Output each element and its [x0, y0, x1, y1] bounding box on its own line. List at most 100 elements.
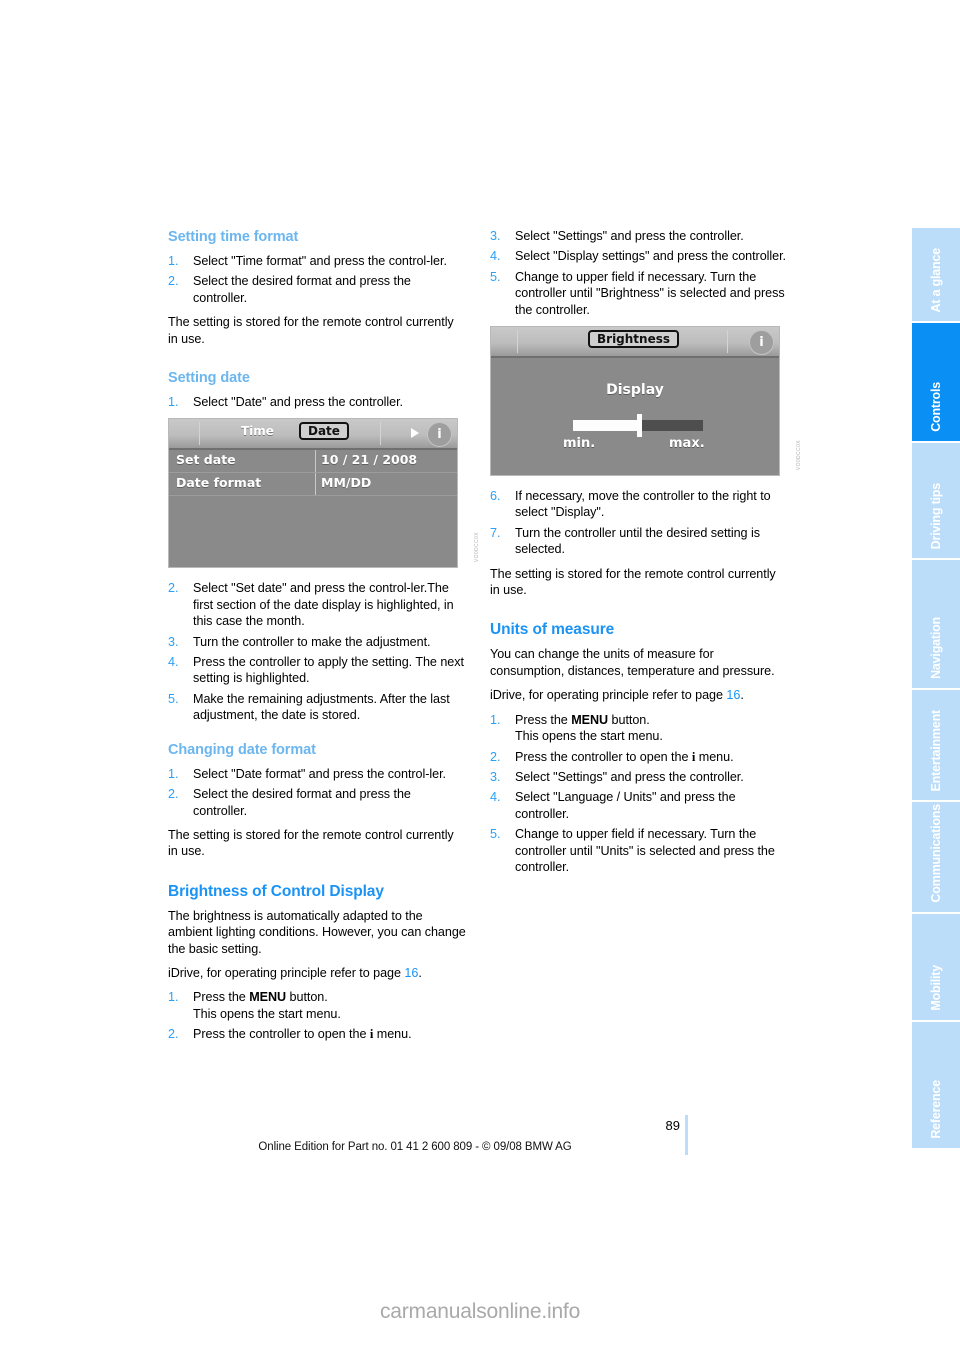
- list-item: 1. Select "Date format" and press the co…: [168, 766, 466, 782]
- steps-brightness: 1. Press the MENU button. This opens the…: [168, 989, 466, 1042]
- step-text: Select "Display settings" and press the …: [515, 249, 786, 264]
- tab-brightness[interactable]: Brightness: [588, 330, 680, 349]
- right-column: 3. Select "Settings" and press the contr…: [490, 228, 802, 883]
- list-item: 2. Press the controller to open the i me…: [490, 749, 788, 765]
- step-text: If necessary, move the controller to the…: [515, 489, 771, 520]
- step-text: Select "Language / Units" and press the …: [515, 790, 736, 821]
- step-number: 4.: [490, 790, 501, 805]
- heading-units-of-measure: Units of measure: [490, 621, 615, 639]
- brightness-panel-body: Display min. max.: [491, 358, 779, 475]
- brightness-idrive-reference: iDrive, for operating principle refer to…: [168, 965, 466, 981]
- sidebar-tab-label: Reference: [929, 1080, 943, 1139]
- footer-copyright-note: Online Edition for Part no. 01 41 2 600 …: [258, 1141, 572, 1153]
- step-text: Select "Settings" and press the controll…: [515, 769, 744, 784]
- idrive-ref-suffix: .: [740, 688, 744, 703]
- list-item: 2. Press the controller to open the i me…: [168, 1026, 466, 1042]
- idrive-header-bar: Time Date i: [169, 419, 457, 451]
- table-row[interactable]: Set date 10 / 21 / 2008: [169, 450, 457, 474]
- figure-code-watermark: VO0DCC0X: [474, 532, 480, 563]
- manual-page: Setting time format 1. Select "Time form…: [0, 0, 960, 1358]
- brightness-slider[interactable]: [573, 414, 703, 438]
- list-item: 1. Press the MENU button. This opens the…: [490, 712, 788, 745]
- page-reference-link[interactable]: 16: [726, 688, 740, 702]
- figure-idrive-date-screen: Time Date i Set date 10 / 21 / 2008 Date…: [168, 418, 480, 569]
- sidebar-tab-reference[interactable]: Reference: [912, 1022, 960, 1150]
- heading-setting-date: Setting date: [168, 370, 250, 387]
- sidebar-tab-controls[interactable]: Controls: [912, 323, 960, 443]
- list-item: 4. Press the controller to apply the set…: [168, 654, 466, 687]
- step-text: Select "Settings" and press the controll…: [515, 229, 744, 243]
- steps-changing-date-format: 1. Select "Date format" and press the co…: [168, 766, 466, 819]
- step-text: Turn the controller to make the adjustme…: [193, 634, 431, 649]
- list-item: 5. Make the remaining adjustments. After…: [168, 691, 466, 724]
- step-number: 4.: [490, 249, 501, 264]
- step-number: 1.: [490, 712, 501, 727]
- step-number: 5.: [168, 691, 179, 706]
- step-number: 1.: [168, 254, 179, 268]
- step-number: 5.: [490, 827, 501, 842]
- list-item: 1. Select "Time format" and press the co…: [168, 253, 466, 269]
- slider-min-label: min.: [563, 436, 596, 452]
- sidebar-tab-communications[interactable]: Communications: [912, 802, 960, 914]
- step-number: 3.: [490, 769, 501, 784]
- row-label: Set date: [176, 452, 236, 468]
- info-icon[interactable]: i: [427, 422, 452, 448]
- step-text: Press the controller to apply the settin…: [193, 655, 464, 686]
- page-content: Setting time format 1. Select "Time form…: [168, 228, 808, 1108]
- list-item: 3. Turn the controller to make the adjus…: [168, 634, 466, 650]
- step-text-suffix: button.: [286, 990, 328, 1005]
- sidebar-tab-label: Communications: [929, 804, 943, 903]
- sidebar-tab-mobility[interactable]: Mobility: [912, 914, 960, 1022]
- step-text-prefix: Press the controller to open the: [515, 749, 692, 764]
- step-text-suffix: button.: [608, 712, 650, 727]
- sidebar-tab-label: Mobility: [929, 965, 943, 1011]
- steps-setting-date-before: 1. Select "Date" and press the controlle…: [168, 394, 466, 410]
- tab-time[interactable]: Time: [241, 424, 274, 438]
- step-text-suffix: menu.: [373, 1027, 412, 1042]
- page-number: 89: [665, 1118, 680, 1133]
- figure-code-watermark: VO0DCC0X: [796, 439, 802, 471]
- step-number: 2.: [168, 787, 179, 802]
- step-number: 7.: [490, 525, 501, 540]
- list-item: 3. Select "Settings" and press the contr…: [490, 228, 788, 244]
- step-number: 1.: [168, 395, 179, 410]
- step-number: 2.: [168, 581, 179, 596]
- list-item: 4. Select "Display settings" and press t…: [490, 248, 788, 264]
- list-item: 5. Change to upper field if necessary. T…: [490, 826, 788, 875]
- page-reference-link[interactable]: 16: [404, 966, 418, 980]
- list-item: 7. Turn the controller until the desired…: [490, 525, 788, 558]
- step-number: 3.: [168, 634, 179, 649]
- step-second-line: This opens the start menu.: [193, 1006, 341, 1021]
- list-item: 1. Select "Date" and press the controlle…: [168, 394, 466, 410]
- sidebar-tab-driving-tips[interactable]: Driving tips: [912, 443, 960, 560]
- idrive-screen-brightness: Brightness i Display min. max.: [490, 326, 780, 477]
- step-text: Make the remaining adjustments. After th…: [193, 691, 450, 723]
- slider-handle[interactable]: [636, 414, 642, 438]
- table-row[interactable]: Date format MM/DD: [169, 473, 457, 497]
- step-second-line: This opens the start menu.: [515, 729, 663, 744]
- idrive-setting-rows: Set date 10 / 21 / 2008 Date format MM/D…: [169, 450, 457, 497]
- step-number: 1.: [168, 766, 179, 781]
- sidebar-tab-navigation[interactable]: Navigation: [912, 560, 960, 690]
- sidebar-tab-at-a-glance[interactable]: At a glance: [912, 228, 960, 323]
- list-item: 3. Select "Settings" and press the contr…: [490, 769, 788, 785]
- menu-button-label: MENU: [571, 712, 609, 727]
- steps-brightness-after-figure: 6. If necessary, move the controller to …: [490, 488, 788, 558]
- step-text-suffix: menu.: [695, 749, 734, 764]
- step-text: Select "Date" and press the controller.: [193, 395, 404, 410]
- tab-date[interactable]: Date: [299, 422, 349, 441]
- idrive-ref-prefix: iDrive, for operating principle refer to…: [490, 688, 727, 703]
- sidebar-tab-label: Driving tips: [929, 482, 943, 549]
- sidebar-tab-entertainment[interactable]: Entertainment: [912, 690, 960, 802]
- info-icon[interactable]: i: [749, 330, 774, 356]
- chapter-tab-sidebar: At a glance Controls Driving tips Naviga…: [912, 228, 960, 1158]
- step-number: 4.: [168, 655, 179, 670]
- step-number: 2.: [168, 1027, 179, 1042]
- step-text-prefix: Press the controller to open the: [193, 1027, 370, 1042]
- list-item: 5. Change to upper field if necessary. T…: [490, 269, 788, 318]
- steps-units-of-measure: 1. Press the MENU button. This opens the…: [490, 712, 788, 876]
- menu-button-label: MENU: [249, 990, 287, 1005]
- step-number: 2.: [168, 274, 179, 289]
- step-text: Select the desired format and press the …: [193, 274, 411, 305]
- note-remote-control-date-format: The setting is stored for the remote con…: [168, 827, 454, 859]
